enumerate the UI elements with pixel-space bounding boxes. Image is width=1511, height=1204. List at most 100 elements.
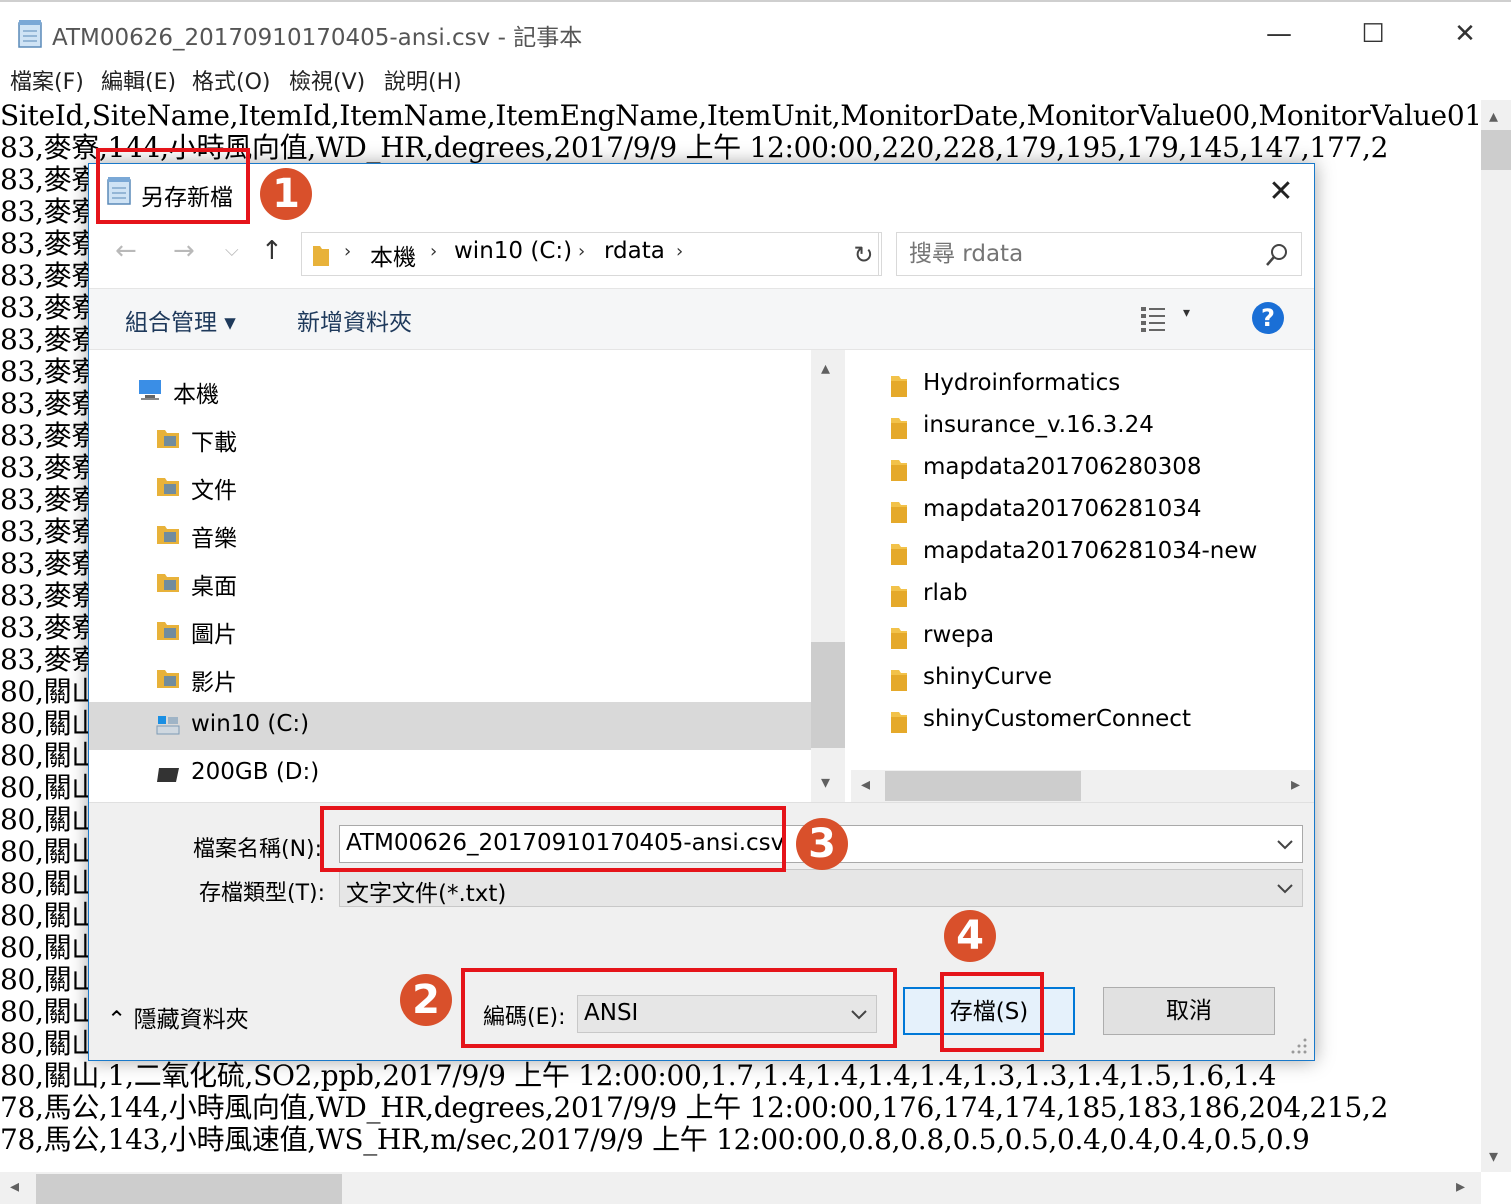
navigation-scrollbar[interactable]: ▴ ▾ (811, 350, 845, 802)
dialog-close-button[interactable]: ✕ (1261, 172, 1301, 212)
refresh-icon[interactable]: ↻ (846, 232, 882, 276)
cancel-button[interactable]: 取消 (1103, 987, 1275, 1035)
breadcrumb-rdata[interactable]: rdata (604, 238, 665, 264)
nav-item[interactable]: 文件 (89, 462, 811, 510)
scroll-left-icon[interactable]: ◂ (861, 774, 870, 795)
notepad-titlebar: ATM00626_20170910170405-ansi.csv - 記事本 —… (0, 0, 1511, 62)
nav-item[interactable]: 桌面 (89, 558, 811, 606)
breadcrumb-this-pc[interactable]: 本機 (370, 238, 416, 272)
annotation-badge-1: 1 (260, 168, 312, 220)
hide-folders-toggle[interactable]: ⌃ 隱藏資料夾 (107, 1000, 249, 1034)
horizontal-scrollbar[interactable]: ◂ ▸ (0, 1172, 1481, 1204)
folder-name: mapdata201706281034-new (923, 538, 1258, 564)
folder-item[interactable]: shinyCustomerConnect (849, 700, 1314, 742)
annotation-box-encoding (461, 968, 897, 1048)
annotation-badge-3: 3 (796, 818, 848, 870)
close-window-button[interactable]: ✕ (1442, 12, 1488, 56)
folder-item[interactable]: insurance_v.16.3.24 (849, 406, 1314, 448)
nav-item[interactable]: 本機 (89, 366, 811, 414)
nav-item[interactable]: 音樂 (89, 510, 811, 558)
folder-item[interactable]: shinyCurve (849, 658, 1314, 700)
scroll-up-icon[interactable]: ▴ (1489, 106, 1498, 127)
menu-edit[interactable]: 編輯(E) (101, 64, 176, 96)
chevron-right-icon: › (344, 241, 352, 262)
menu-help[interactable]: 說明(H) (384, 64, 462, 96)
recent-dropdown-icon[interactable]: ⌵ (225, 240, 239, 261)
help-icon[interactable]: ? (1252, 302, 1284, 334)
maximize-button[interactable]: ☐ (1350, 12, 1396, 56)
folder-icon (891, 586, 907, 607)
breadcrumb-drive-c[interactable]: win10 (C:) (454, 238, 572, 264)
folder-item[interactable]: rwepa (849, 616, 1314, 658)
caret-down-icon[interactable]: ▾ (1183, 305, 1190, 321)
menu-file[interactable]: 檔案(F) (10, 64, 84, 96)
desktop-folder-icon (157, 574, 179, 592)
folder-name: mapdata201706281034 (923, 496, 1202, 522)
notepad-icon (18, 20, 42, 48)
text-line: SiteId,SiteName,ItemId,ItemName,ItemEngN… (0, 100, 1478, 132)
search-icon[interactable] (1265, 243, 1289, 267)
search-box[interactable] (896, 232, 1302, 276)
nav-item-label: 桌面 (191, 574, 237, 600)
scroll-down-icon[interactable]: ▾ (1489, 1146, 1498, 1167)
nav-item[interactable]: 影片 (89, 654, 811, 702)
folder-item[interactable]: Hydroinformatics (849, 364, 1314, 406)
command-toolbar: 組合管理 ▾ 新增資料夾 ▾ ? (89, 288, 1314, 350)
folder-icon (891, 460, 907, 481)
nav-item[interactable]: 200GB (D:) (89, 750, 811, 798)
system-drive-icon (156, 716, 180, 735)
chevron-right-icon: › (430, 241, 438, 262)
folder-name: insurance_v.16.3.24 (923, 412, 1154, 438)
scroll-right-icon[interactable]: ▸ (1291, 774, 1300, 795)
minimize-button[interactable]: — (1256, 12, 1302, 56)
folder-icon (891, 418, 907, 439)
folder-name: shinyCurve (923, 664, 1052, 690)
computer-icon (139, 380, 161, 400)
scroll-thumb[interactable] (36, 1174, 342, 1204)
chevron-down-icon[interactable] (1274, 877, 1296, 899)
nav-item-label: 圖片 (191, 622, 237, 648)
folder-item[interactable]: mapdata201706281034-new (849, 532, 1314, 574)
chevron-right-icon: › (578, 241, 586, 262)
hide-folders-label: 隱藏資料夾 (133, 1007, 249, 1033)
annotation-badge-2: 2 (400, 974, 452, 1026)
filetype-select[interactable]: 文字文件(*.txt) (339, 869, 1303, 907)
annotation-box-filename (320, 806, 786, 872)
text-line: 78,馬公,143,小時風速值,WS_HR,m/sec,2017/9/9 上午 … (0, 1123, 1310, 1156)
documents-folder-icon (157, 478, 179, 496)
nav-item[interactable]: 下載 (89, 414, 811, 462)
folder-item[interactable]: mapdata201706281034 (849, 490, 1314, 532)
folder-item[interactable]: mapdata201706280308 (849, 448, 1314, 490)
menu-view[interactable]: 檢視(V) (289, 64, 365, 96)
nav-item-label: 200GB (D:) (191, 759, 320, 785)
file-list-scrollbar[interactable]: ◂ ▸ (851, 770, 1314, 802)
view-options-icon[interactable] (1139, 305, 1169, 333)
scroll-thumb[interactable] (885, 771, 1081, 801)
folder-item[interactable]: rlab (849, 574, 1314, 616)
scroll-thumb[interactable] (1481, 130, 1511, 170)
search-input[interactable] (897, 233, 1257, 275)
annotation-badge-4: 4 (944, 910, 996, 962)
back-arrow-icon[interactable]: ← (115, 236, 137, 266)
up-arrow-icon[interactable]: ↑ (261, 236, 283, 266)
folder-icon (313, 246, 329, 266)
nav-item[interactable]: 圖片 (89, 606, 811, 654)
folder-name: Hydroinformatics (923, 370, 1121, 396)
menu-format[interactable]: 格式(O) (192, 64, 270, 96)
scroll-down-icon[interactable]: ▾ (821, 772, 830, 793)
organize-menu[interactable]: 組合管理 ▾ (125, 303, 236, 337)
pictures-folder-icon (157, 622, 179, 640)
folder-icon (891, 712, 907, 733)
address-bar[interactable]: › 本機 › win10 (C:) › rdata › (301, 232, 1053, 276)
nav-item-label: 影片 (191, 670, 237, 696)
resize-grip-icon[interactable] (1289, 1036, 1309, 1056)
scroll-right-icon[interactable]: ▸ (1456, 1176, 1465, 1197)
chevron-down-icon[interactable] (1274, 833, 1296, 855)
forward-arrow-icon[interactable]: → (173, 236, 195, 266)
scroll-up-icon[interactable]: ▴ (821, 358, 830, 379)
scroll-thumb[interactable] (811, 642, 845, 748)
scroll-left-icon[interactable]: ◂ (10, 1176, 19, 1197)
nav-item[interactable]: win10 (C:) (89, 702, 811, 750)
new-folder-button[interactable]: 新增資料夾 (297, 303, 412, 337)
vertical-scrollbar[interactable]: ▴ ▾ (1481, 100, 1511, 1172)
